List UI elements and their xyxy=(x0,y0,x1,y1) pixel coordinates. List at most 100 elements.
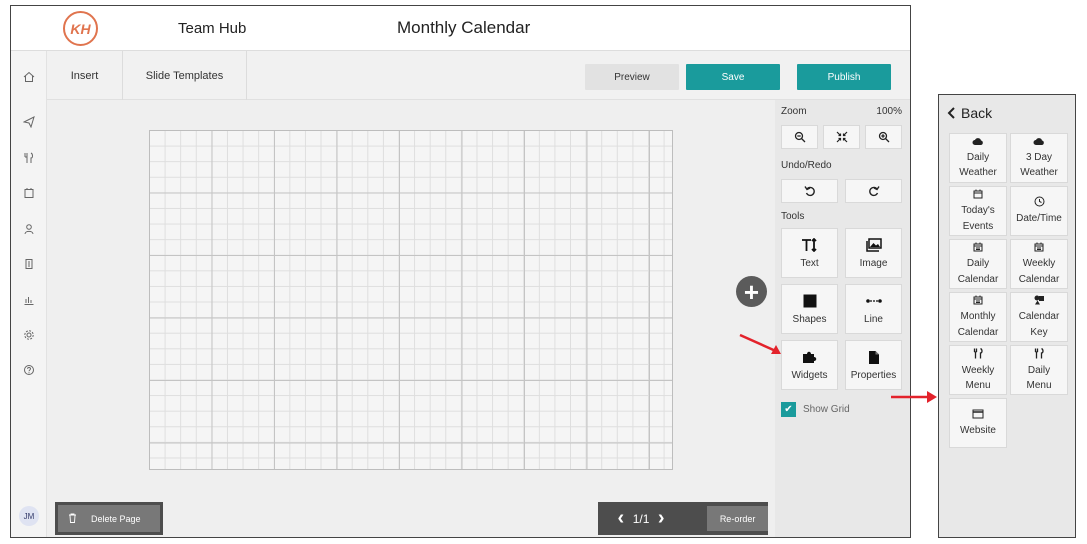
text-tool-button[interactable]: Text xyxy=(781,228,838,278)
slide-canvas[interactable] xyxy=(149,130,673,470)
shapes-tool-label: Shapes xyxy=(792,314,827,325)
widget-label: Events xyxy=(962,220,994,232)
widget-website[interactable]: Website xyxy=(949,398,1007,448)
zoom-fit-button[interactable] xyxy=(823,125,860,149)
calendar-icon xyxy=(973,189,983,202)
text-icon xyxy=(801,237,819,253)
cloud-icon xyxy=(972,137,984,149)
zoom-in-button[interactable] xyxy=(865,125,902,149)
shapes-icon xyxy=(1033,295,1045,308)
editor-window: KH Team Hub Monthly Calendar JM Insert S… xyxy=(10,5,911,538)
insert-menu[interactable]: Insert xyxy=(47,51,123,100)
widgets-tool-label: Widgets xyxy=(791,370,828,381)
undo-button[interactable] xyxy=(781,179,838,203)
save-button[interactable]: Save xyxy=(686,64,780,90)
page-navigator: ‹ 1/1 › Re-order xyxy=(598,502,769,535)
fit-screen-icon xyxy=(836,131,847,143)
app-title: Team Hub xyxy=(178,20,247,37)
widgets-tool-button[interactable]: Widgets xyxy=(781,340,838,390)
document-icon xyxy=(868,349,880,365)
undo-redo-label: Undo/Redo xyxy=(781,160,832,171)
zoom-label: Zoom xyxy=(781,106,807,117)
calendar-icon xyxy=(973,295,983,308)
window-icon xyxy=(972,409,984,422)
redo-button[interactable] xyxy=(845,179,902,203)
line-tool-button[interactable]: Line xyxy=(845,284,902,334)
tools-panel: Zoom 100% Undo/Redo Tools Text Image Sha… xyxy=(775,100,910,537)
show-grid-toggle[interactable]: ✔ Show Grid xyxy=(781,402,850,417)
widget-label: Website xyxy=(960,424,996,436)
widget-label: 3 Day xyxy=(1025,151,1053,163)
line-tool-label: Line xyxy=(864,314,883,325)
calendar-icon xyxy=(973,242,983,255)
utensils-icon xyxy=(973,347,983,362)
properties-tool-button[interactable]: Properties xyxy=(845,340,902,390)
send-icon[interactable] xyxy=(19,112,39,132)
widget-weekly-calendar[interactable]: Weekly Calendar xyxy=(1010,239,1068,289)
delete-page-button[interactable]: Delete Page xyxy=(58,505,160,532)
widget-label: Calendar xyxy=(1018,311,1060,322)
tools-label: Tools xyxy=(781,211,805,222)
page-title: Monthly Calendar xyxy=(397,18,531,37)
preview-button[interactable]: Preview xyxy=(585,64,679,90)
help-icon[interactable] xyxy=(19,360,39,380)
chevron-right-icon[interactable]: › xyxy=(653,507,669,530)
widget-label: Weekly xyxy=(961,364,995,376)
widget-daily-weather[interactable]: Daily Weather xyxy=(949,133,1007,183)
avatar[interactable]: JM xyxy=(19,506,39,526)
image-tool-button[interactable]: Image xyxy=(845,228,902,278)
undo-icon xyxy=(803,186,815,197)
sidebar: JM xyxy=(11,51,47,537)
utensils-icon[interactable] xyxy=(19,148,39,168)
toolbar: Insert Slide Templates Preview Save Publ… xyxy=(47,51,910,100)
chevron-left-icon xyxy=(947,107,955,119)
puzzle-icon xyxy=(802,349,817,365)
widget-weekly-menu[interactable]: Weekly Menu xyxy=(949,345,1007,395)
zoom-out-button[interactable] xyxy=(781,125,818,149)
widget-todays-events[interactable]: Today's Events xyxy=(949,186,1007,236)
reorder-button[interactable]: Re-order xyxy=(707,506,769,531)
widget-label: Today's xyxy=(961,205,995,216)
slide-templates-menu[interactable]: Slide Templates xyxy=(123,51,247,100)
widget-3-day-weather[interactable]: 3 Day Weather xyxy=(1010,133,1068,183)
calendar-icon[interactable] xyxy=(19,183,39,203)
properties-tool-label: Properties xyxy=(850,370,897,381)
widget-monthly-calendar[interactable]: Monthly Calendar xyxy=(949,292,1007,342)
cloud-icon xyxy=(1033,137,1045,149)
widget-label: Daily xyxy=(1027,364,1051,376)
page-indicator: 1/1 xyxy=(632,511,650,526)
widget-daily-menu[interactable]: Daily Menu xyxy=(1010,345,1068,395)
utensils-icon xyxy=(1034,347,1044,362)
publish-button[interactable]: Publish xyxy=(797,64,891,90)
widget-label: Weather xyxy=(959,167,997,178)
top-bar: KH Team Hub Monthly Calendar xyxy=(11,6,910,51)
user-icon[interactable] xyxy=(19,219,39,239)
trash-icon xyxy=(68,513,77,525)
show-grid-label: Show Grid xyxy=(803,404,850,415)
add-slide-button[interactable]: + xyxy=(736,276,767,307)
annotation-arrow-widgets xyxy=(739,333,781,354)
calendar-icon xyxy=(1034,242,1044,255)
building-icon[interactable] xyxy=(19,254,39,274)
widget-label: Daily xyxy=(966,151,990,163)
chart-icon[interactable] xyxy=(19,290,39,310)
delete-page-label: Delete Page xyxy=(91,513,141,524)
shapes-tool-button[interactable]: Shapes xyxy=(781,284,838,334)
widget-label: Menu xyxy=(965,380,991,391)
home-icon[interactable] xyxy=(19,67,39,87)
logo[interactable]: KH xyxy=(63,11,98,46)
widget-date-time[interactable]: Date/Time xyxy=(1010,186,1068,236)
back-button[interactable]: Back xyxy=(947,105,992,121)
canvas-area: + Delete Page ‹ 1/1 › Re-order xyxy=(47,100,775,537)
widget-label: Daily xyxy=(966,258,990,269)
line-icon xyxy=(865,293,882,309)
widget-label: Monthly xyxy=(960,311,996,322)
widget-label: Key xyxy=(1030,326,1048,338)
gear-icon[interactable] xyxy=(19,325,39,345)
checkbox-checked-icon[interactable]: ✔ xyxy=(781,402,796,417)
widget-calendar-key[interactable]: Calendar Key xyxy=(1010,292,1068,342)
zoom-out-icon xyxy=(794,131,805,143)
back-label: Back xyxy=(961,105,993,121)
chevron-left-icon[interactable]: ‹ xyxy=(613,507,629,530)
widget-daily-calendar[interactable]: Daily Calendar xyxy=(949,239,1007,289)
